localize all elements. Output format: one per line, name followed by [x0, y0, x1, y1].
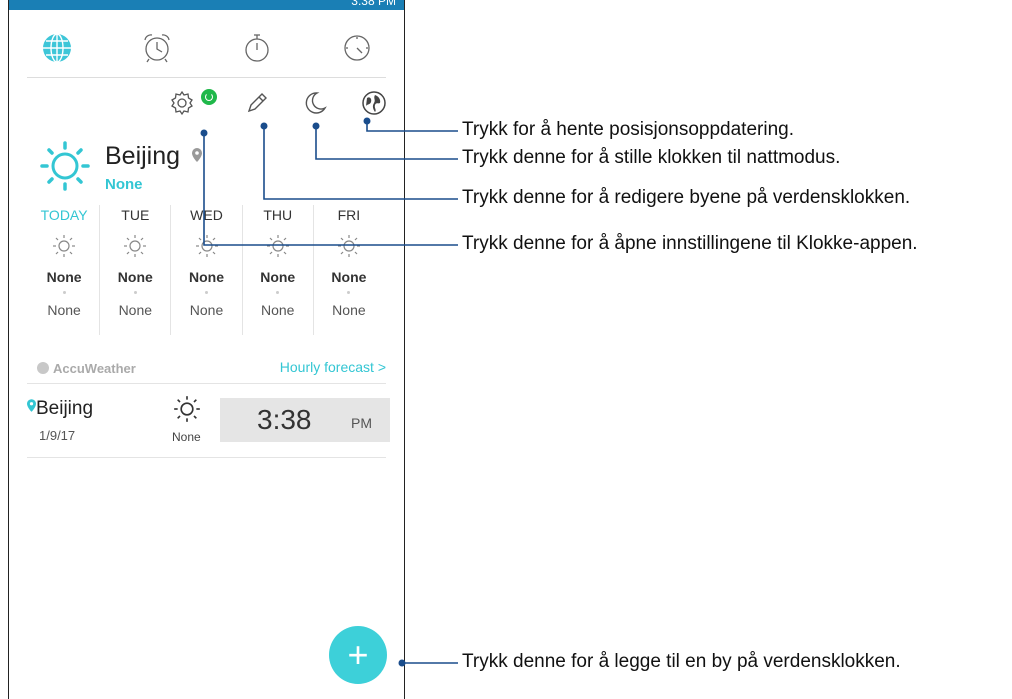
- sync-badge: [201, 89, 217, 105]
- phone-screen: 3:38 PM Beijing None TODAY None None TUE…: [8, 0, 405, 699]
- forecast-day: FRI None None: [312, 205, 384, 335]
- sun-icon: [174, 396, 200, 422]
- forecast-day: TUE None None: [99, 205, 170, 335]
- globe-location-icon: [362, 91, 386, 115]
- forecast-high: None: [260, 269, 296, 285]
- tab-alarm[interactable]: [137, 28, 177, 68]
- alarm-clock-icon: [144, 34, 170, 63]
- forecast-strip: TODAY None None TUE None None WED None N…: [29, 205, 384, 335]
- night-mode-button[interactable]: [300, 88, 330, 118]
- hourly-forecast-link[interactable]: Hourly forecast >: [280, 359, 386, 375]
- sun-icon: [195, 235, 218, 257]
- callout-add: Trykk denne for å legge til en by på ver…: [462, 651, 901, 672]
- world-clock-time-box: 3:38 PM: [220, 398, 390, 442]
- forecast-day: THU None None: [241, 205, 313, 335]
- accuweather-sun-icon: [37, 362, 49, 374]
- forecast-low: None: [118, 302, 153, 318]
- callout-settings: Trykk denne for å åpne innstillingene ti…: [462, 233, 918, 254]
- provider-name: AccuWeather: [53, 361, 136, 376]
- world-clock-city-name: Beijing: [36, 398, 94, 419]
- status-time: 3:38 PM: [351, 0, 396, 8]
- sun-icon: [337, 235, 360, 257]
- moon-icon: [305, 92, 327, 114]
- sun-icon: [266, 235, 289, 257]
- callout-edit: Trykk denne for å redigere byene på verd…: [462, 187, 911, 208]
- world-clock-city: Beijing: [27, 398, 93, 420]
- forecast-high: None: [117, 269, 153, 285]
- globe-icon: [43, 33, 71, 63]
- forecast-day-label: FRI: [337, 207, 361, 223]
- callout-night: Trykk denne for å stille klokken til nat…: [462, 147, 841, 168]
- forecast-high: None: [331, 269, 367, 285]
- forecast-separator-dot: [276, 291, 280, 294]
- location-pin-icon: [27, 399, 36, 412]
- add-city-button[interactable]: +: [329, 626, 387, 684]
- tab-timer[interactable]: [337, 28, 377, 68]
- settings-button[interactable]: [167, 88, 197, 118]
- tab-stopwatch[interactable]: [237, 28, 277, 68]
- accuweather-logo: AccuWeather: [37, 361, 136, 376]
- world-clock-row[interactable]: Beijing 1/9/17 None 3:38 PM: [27, 390, 390, 458]
- forecast-high: None: [46, 269, 82, 285]
- forecast-day-label: THU: [263, 207, 293, 223]
- forecast-day: TODAY None None: [29, 205, 99, 335]
- current-condition: None: [105, 176, 143, 193]
- stopwatch-icon: [245, 34, 269, 62]
- provider-row: AccuWeather Hourly forecast >: [27, 355, 386, 384]
- world-clock-condition: None: [172, 430, 201, 444]
- forecast-separator-dot: [62, 291, 66, 294]
- location-pin-icon: [192, 148, 202, 162]
- forecast-high: None: [189, 269, 224, 285]
- forecast-low: None: [332, 302, 366, 318]
- current-city-name: Beijing: [105, 142, 181, 170]
- forecast-low: None: [47, 302, 81, 318]
- forecast-day-label: WED: [190, 207, 223, 223]
- callout-location: Trykk for å hente posisjonsoppdatering.: [462, 119, 794, 140]
- sun-icon: [124, 235, 147, 257]
- tab-bar: [9, 28, 404, 78]
- forecast-separator-dot: [205, 291, 208, 294]
- pencil-icon: [247, 93, 267, 113]
- forecast-separator-dot: [133, 291, 137, 294]
- sun-icon: [53, 235, 76, 257]
- location-update-button[interactable]: [359, 88, 389, 118]
- forecast-low: None: [260, 302, 295, 318]
- timer-icon: [344, 35, 370, 61]
- sun-icon: [40, 141, 90, 191]
- edit-button[interactable]: [242, 88, 272, 118]
- forecast-day-label: TODAY: [40, 207, 88, 223]
- world-clock-ampm: PM: [351, 415, 372, 431]
- world-clock-time: 3:38: [257, 404, 312, 435]
- tab-world-clock[interactable]: [37, 28, 77, 68]
- forecast-day: WED None None: [170, 205, 241, 335]
- tabs-divider: [27, 77, 386, 78]
- plus-icon: +: [347, 634, 369, 675]
- forecast-low: None: [189, 302, 224, 318]
- status-bar: 3:38 PM: [9, 0, 404, 10]
- forecast-separator-dot: [347, 291, 351, 294]
- gear-icon: [171, 90, 193, 116]
- world-clock-date: 1/9/17: [39, 428, 76, 443]
- forecast-day-label: TUE: [121, 207, 150, 223]
